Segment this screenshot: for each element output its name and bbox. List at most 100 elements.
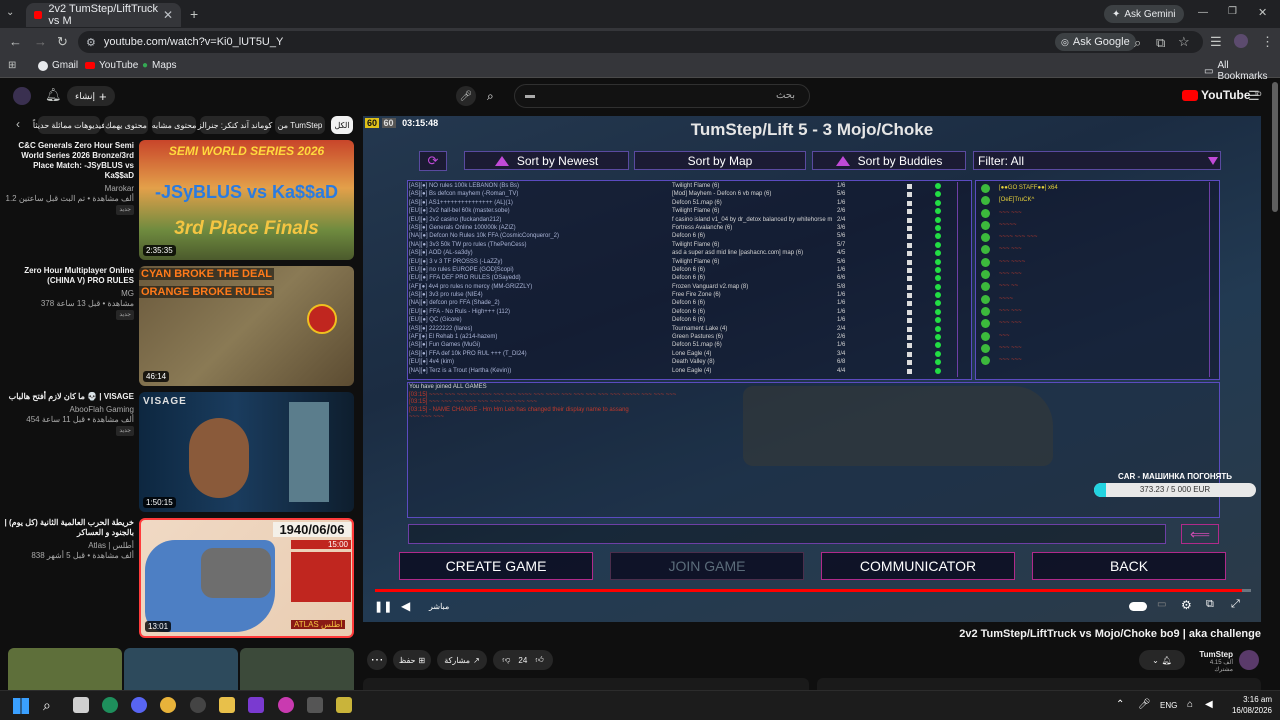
buddy-row[interactable]: ~~~ xyxy=(979,330,1203,342)
create-button[interactable]: إنشاء + xyxy=(67,86,115,106)
discord-icon[interactable] xyxy=(131,697,147,713)
profile-avatar[interactable] xyxy=(1234,34,1248,48)
filter-dropdown[interactable]: Filter: All xyxy=(973,151,1221,170)
more-actions-icon[interactable]: ⋯ xyxy=(367,650,387,670)
recommendation-item[interactable]: ما كان لازم أفتح هالباب 💀 | VISAGE AbooF… xyxy=(0,392,362,514)
dislike-icon[interactable]: 👎︎ xyxy=(502,655,510,665)
tab-search-icon[interactable]: ⌄ xyxy=(6,7,14,18)
like-icon[interactable]: 👍︎ xyxy=(535,655,543,665)
edge-icon[interactable] xyxy=(102,697,118,713)
account-avatar[interactable] xyxy=(13,87,31,105)
chat-input[interactable] xyxy=(408,524,1166,544)
game-list-row[interactable]: [AS][●] Generals Online 100000k (AZIZ) Fo… xyxy=(409,224,959,232)
new-tab-button[interactable]: + xyxy=(190,6,198,22)
game-list-row[interactable]: [EU][●] 2v2 hall-bel 60k (master.sobe) Tw… xyxy=(409,207,959,215)
bookmark-maps[interactable]: ● Maps xyxy=(142,60,177,71)
back-button[interactable]: BACK xyxy=(1032,552,1226,580)
game-list-row[interactable]: [EU][●] 3 v 3 TF PROSSS (-LaZZy) Twilight… xyxy=(409,258,959,266)
description-preview[interactable] xyxy=(817,678,1261,690)
obs-icon[interactable] xyxy=(190,697,206,713)
windows-start-icon[interactable] xyxy=(13,698,29,714)
fullscreen-icon[interactable]: ⤢ xyxy=(1231,598,1240,611)
game-list-row[interactable]: [AS][●] Fun Games (MuGi) Defcon 51.map (6… xyxy=(409,341,959,349)
video-player[interactable]: 60 60 03:15:48 TumStep/Lift 5 - 3 Mojo/C… xyxy=(363,116,1261,622)
close-window-button[interactable]: ✕ xyxy=(1258,6,1267,19)
game-list-row[interactable]: [EU][●] QC (Gicore) Defcon 6 (6) 1/6 xyxy=(409,316,959,324)
volume-icon[interactable]: ◀︎ xyxy=(401,599,410,613)
game-list-row[interactable]: [NA][●] 3v3 50k TW pro rules (ThePenCess… xyxy=(409,241,959,249)
buddy-row[interactable]: ~~~ ~~~ xyxy=(979,207,1203,219)
microphone-icon[interactable]: 🎤︎ xyxy=(1138,699,1151,710)
settings-gear-icon[interactable]: ⚙ xyxy=(1181,598,1192,612)
apps-icon[interactable]: ⊞ xyxy=(8,60,16,71)
file-explorer-icon[interactable] xyxy=(219,697,235,713)
back-icon[interactable]: ← xyxy=(9,34,22,49)
guide-menu-icon[interactable]: ☰ xyxy=(1248,88,1260,104)
recommendation-title[interactable]: خريطة الحرب العالمية الثانية (كل يوم) | … xyxy=(4,518,134,538)
menu-icon[interactable]: ⋮ xyxy=(1261,34,1274,50)
recommendation-thumbnail[interactable]: VISAGE 1:50:15 xyxy=(139,392,354,512)
recommendation-item[interactable]: C&C Generals Zero Hour Semi World Series… xyxy=(0,140,362,262)
recommendation-thumbnail[interactable] xyxy=(124,648,238,690)
voice-search-icon[interactable]: 🎤︎ xyxy=(456,86,476,106)
game-list-row[interactable]: [AS][●] AS1+++++++++++++++ (AL)(1) Defcon… xyxy=(409,199,959,207)
browser-tab[interactable]: 2v2 TumStep/LiftTruck vs M ✕ xyxy=(26,3,181,27)
refresh-icon[interactable]: ⟳ xyxy=(419,151,447,171)
buddy-row[interactable]: ~~~ ~~~ xyxy=(979,243,1203,255)
buddy-row[interactable]: ~~~ ~~~ xyxy=(979,342,1203,354)
page-scrollbar[interactable] xyxy=(1272,82,1278,212)
generals-game-icon[interactable] xyxy=(336,697,352,713)
channel-name[interactable]: TumStep xyxy=(1193,650,1233,659)
autoplay-toggle[interactable] xyxy=(1129,602,1147,611)
taskbar-clock[interactable]: 3:16 am 16/08/2026 xyxy=(1224,694,1272,716)
tab-close-icon[interactable]: ✕ xyxy=(163,8,173,22)
buddy-row[interactable]: ~~~ ~~ xyxy=(979,280,1203,292)
site-info-icon[interactable]: ⚙ xyxy=(86,36,96,49)
recommendation-thumbnail[interactable]: 1940/06/06 15:00 ATLAS أطلس 13:01 xyxy=(139,518,354,638)
live-label[interactable]: مباشر xyxy=(429,602,449,611)
bookmark-star-icon[interactable]: ☆ xyxy=(1178,34,1190,50)
search-input[interactable]: ⌕ ▬ بحث xyxy=(487,84,810,108)
recommendation-title[interactable]: C&C Generals Zero Hour Semi World Series… xyxy=(4,141,134,181)
copilot-icon[interactable] xyxy=(278,697,294,713)
ask-gemini-button[interactable]: ✦ Ask Gemini xyxy=(1104,5,1184,23)
language-indicator[interactable]: ENG xyxy=(1160,701,1177,710)
game-list-row[interactable]: [AS][●] AOD (AL-sa3dy) asd a super asd mi… xyxy=(409,249,959,257)
network-icon[interactable]: ⌂ xyxy=(1187,699,1193,710)
buddy-row[interactable]: ~~~ ~~~ xyxy=(979,305,1203,317)
chips-scroll-left-icon[interactable]: ‹ xyxy=(16,117,20,131)
send-button[interactable]: ⟸ xyxy=(1181,524,1219,544)
game-list-row[interactable]: [NA][●] Defcon No Rules 10k FFA (CosmicC… xyxy=(409,232,959,240)
join-game-button[interactable]: JOIN GAME xyxy=(610,552,804,580)
subtitles-icon[interactable]: ▭ xyxy=(1157,599,1166,610)
buddy-row[interactable]: ~~~ ~~~ xyxy=(979,354,1203,366)
buddy-row[interactable]: ~~~~ ~~~ ~~~ xyxy=(979,231,1203,243)
buddy-row[interactable]: [●●GO STAFF●●] x64 xyxy=(979,182,1203,194)
game-list-scrollbar[interactable] xyxy=(957,182,967,377)
app-icon[interactable] xyxy=(248,697,264,713)
chip-all[interactable]: الكل xyxy=(331,116,353,134)
sort-buddies-button[interactable]: Sort by Buddies xyxy=(812,151,966,170)
sort-newest-button[interactable]: Sort by Newest xyxy=(464,151,629,170)
create-game-button[interactable]: CREATE GAME xyxy=(399,552,593,580)
game-list-row[interactable]: [EU][●] 2v2 casino (fuckandan212) f casin… xyxy=(409,216,959,224)
recommendation-item[interactable]: Zero Hour Multiplayer Online (CHINA V) P… xyxy=(0,266,362,388)
buddy-row[interactable]: ~~~~~ xyxy=(979,219,1203,231)
recommendation-thumbnail[interactable] xyxy=(8,648,122,690)
recommendation-title[interactable]: ما كان لازم أفتح هالباب 💀 | VISAGE xyxy=(4,392,134,402)
recommendation-thumbnail[interactable]: SEMI WORLD SERIES 2026 -JSyBLUS vs Ka$$a… xyxy=(139,140,354,260)
buddy-row[interactable]: ~~~~ xyxy=(979,293,1203,305)
volume-tray-icon[interactable]: ◀︎ xyxy=(1205,699,1213,710)
channel-info[interactable]: TumStep 4.15 ألف مشترك xyxy=(1193,650,1233,673)
store-icon[interactable] xyxy=(307,697,323,713)
bookmark-youtube[interactable]: YouTube xyxy=(85,60,138,71)
buddy-row[interactable]: ~~~ ~~~ xyxy=(979,268,1203,280)
recommendation-item[interactable]: خريطة الحرب العالمية الثانية (كل يوم) | … xyxy=(0,518,362,640)
game-list-row[interactable]: [AF][●] 4v4 pro rules no mercy (MM-GRIZZ… xyxy=(409,283,959,291)
chip-similar[interactable]: محتوى مشابه xyxy=(152,116,196,134)
buddy-row[interactable]: ~~~ ~~~ xyxy=(979,317,1203,329)
recommendation-channel[interactable]: AbooFlah Gaming xyxy=(4,405,134,415)
game-list-row[interactable]: [EU][●] 4v4 (kim) Death Valley (8) 6/8 xyxy=(409,358,959,366)
tray-chevron-icon[interactable]: ⌃ xyxy=(1116,699,1124,710)
channel-avatar[interactable] xyxy=(1239,650,1259,670)
